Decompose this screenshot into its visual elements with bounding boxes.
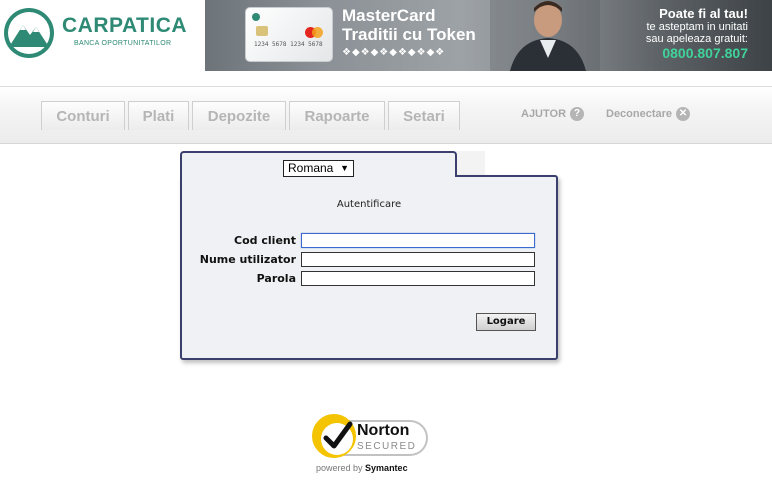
client-code-field[interactable] [301, 233, 535, 248]
folk-ornament-icon: ❖◆❖◆❖◆❖◆❖◆❖ [342, 47, 446, 58]
language-select[interactable]: Romana ▼ [283, 160, 354, 177]
person-photo [490, 0, 600, 71]
norton-check-icon [312, 414, 356, 458]
language-selected: Romana [288, 161, 334, 175]
card-logo-icon [252, 13, 260, 21]
banner-title: MasterCard Traditii cu Token [342, 6, 476, 44]
header: CARPATICA BANCA OPORTUNITATILOR 1234 567… [0, 0, 772, 72]
help-label: AJUTOR [521, 108, 567, 120]
tab-plati[interactable]: Plati [128, 101, 189, 130]
mastercard-icon-overlap [312, 27, 323, 38]
close-circle-icon: ✕ [676, 107, 691, 121]
checkmark-icon [323, 421, 353, 449]
banner-title-line2: Traditii cu Token [342, 25, 476, 44]
help-link[interactable]: AJUTOR ? [521, 107, 585, 121]
banner-phone: 0800.807.807 [662, 45, 748, 61]
password-label: Parola [256, 272, 296, 285]
banner-title-line1: MasterCard [342, 6, 436, 25]
powered-prefix: powered by [316, 463, 363, 473]
mountain-logo-icon [4, 8, 54, 58]
logout-label: Deconectare [606, 108, 673, 120]
powered-by-text: powered by Symantec [316, 463, 408, 473]
question-circle-icon: ? [570, 107, 585, 121]
client-code-label: Cod client [234, 234, 296, 247]
credit-card-image: 1234 5678 1234 5678 [245, 7, 333, 62]
banner-cta-line3: sau apeleaza gratuit: [645, 33, 748, 45]
username-field[interactable] [301, 252, 535, 267]
login-button[interactable]: Logare [476, 313, 536, 331]
norton-secured-text: SECURED [357, 441, 417, 452]
tab-rapoarte[interactable]: Rapoarte [289, 101, 385, 130]
brand-name: CARPATICA [62, 14, 188, 37]
login-title: Autentificare [336, 199, 402, 210]
powered-brand: Symantec [365, 463, 408, 473]
tab-conturi[interactable]: Conturi [41, 101, 125, 130]
promo-banner[interactable]: 1234 5678 1234 5678 MasterCard Traditii … [205, 0, 772, 71]
banner-cta-line2: te asteptam in unitati [646, 21, 748, 33]
norton-secured-badge[interactable]: Norton SECURED [310, 410, 430, 462]
norton-name: Norton [357, 422, 410, 439]
dropdown-arrow-icon: ▼ [340, 163, 349, 173]
banner-cta-headline: Poate fi al tau! [659, 6, 748, 21]
card-chip-icon [256, 26, 268, 36]
password-field[interactable] [301, 271, 535, 286]
tab-depozite[interactable]: Depozite [192, 101, 286, 130]
main-tabs: Conturi Plati Depozite Rapoarte Setari [41, 101, 460, 130]
username-label: Nume utilizator [199, 253, 296, 266]
card-number: 1234 5678 1234 5678 [254, 41, 323, 48]
logout-link[interactable]: Deconectare ✕ [606, 107, 691, 121]
brand-tagline: BANCA OPORTUNITATILOR [74, 40, 172, 47]
tab-setari[interactable]: Setari [388, 101, 460, 130]
